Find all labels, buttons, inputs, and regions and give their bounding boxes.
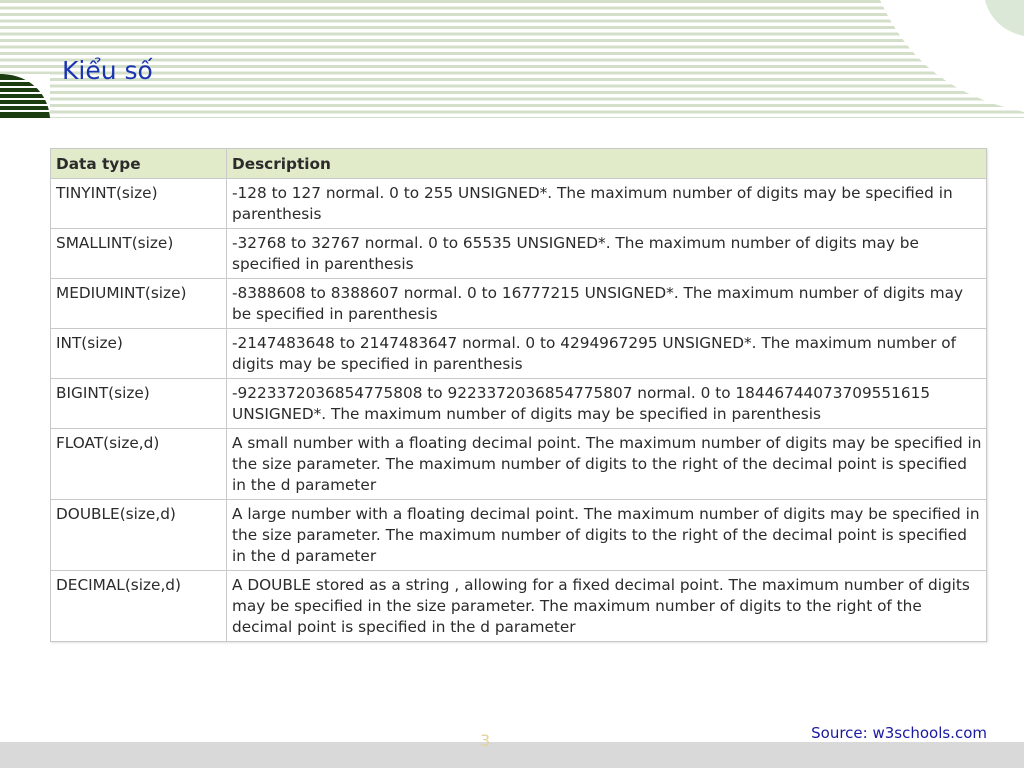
cell-description: -9223372036854775808 to 9223372036854775… [226, 378, 987, 429]
cell-type: DOUBLE(size,d) [50, 499, 227, 571]
cell-type: TINYINT(size) [50, 178, 227, 229]
table-row: DECIMAL(size,d) A DOUBLE stored as a str… [50, 570, 987, 642]
numeric-types-table: Data type Description TINYINT(size) -128… [50, 148, 987, 642]
table-row: INT(size) -2147483648 to 2147483647 norm… [50, 328, 987, 379]
footer-band [0, 742, 1024, 768]
cell-type: MEDIUMINT(size) [50, 278, 227, 329]
page-number: 3 [480, 731, 491, 750]
table-row: DOUBLE(size,d) A large number with a flo… [50, 499, 987, 571]
cell-description: A DOUBLE stored as a string , allowing f… [226, 570, 987, 642]
cell-description: A small number with a floating decimal p… [226, 428, 987, 500]
cell-description: -8388608 to 8388607 normal. 0 to 1677721… [226, 278, 987, 329]
cell-description: -2147483648 to 2147483647 normal. 0 to 4… [226, 328, 987, 379]
cell-type: INT(size) [50, 328, 227, 379]
slide-title: Kiểu số [62, 56, 153, 85]
cell-type: FLOAT(size,d) [50, 428, 227, 500]
cell-type: BIGINT(size) [50, 378, 227, 429]
header-data-type: Data type [50, 148, 227, 179]
cell-description: A large number with a floating decimal p… [226, 499, 987, 571]
cell-type: DECIMAL(size,d) [50, 570, 227, 642]
table-row: MEDIUMINT(size) -8388608 to 8388607 norm… [50, 278, 987, 329]
corner-dark-arcs [0, 74, 50, 118]
cell-type: SMALLINT(size) [50, 228, 227, 279]
table-header-row: Data type Description [50, 148, 987, 179]
source-note: Source: w3schools.com [811, 724, 987, 742]
table-row: FLOAT(size,d) A small number with a floa… [50, 428, 987, 500]
cell-description: -128 to 127 normal. 0 to 255 UNSIGNED*. … [226, 178, 987, 229]
header-description: Description [226, 148, 987, 179]
table-row: TINYINT(size) -128 to 127 normal. 0 to 2… [50, 178, 987, 229]
header-stripes [0, 0, 1024, 118]
table-row: SMALLINT(size) -32768 to 32767 normal. 0… [50, 228, 987, 279]
table-row: BIGINT(size) -9223372036854775808 to 922… [50, 378, 987, 429]
header-background [0, 0, 1024, 118]
cell-description: -32768 to 32767 normal. 0 to 65535 UNSIG… [226, 228, 987, 279]
